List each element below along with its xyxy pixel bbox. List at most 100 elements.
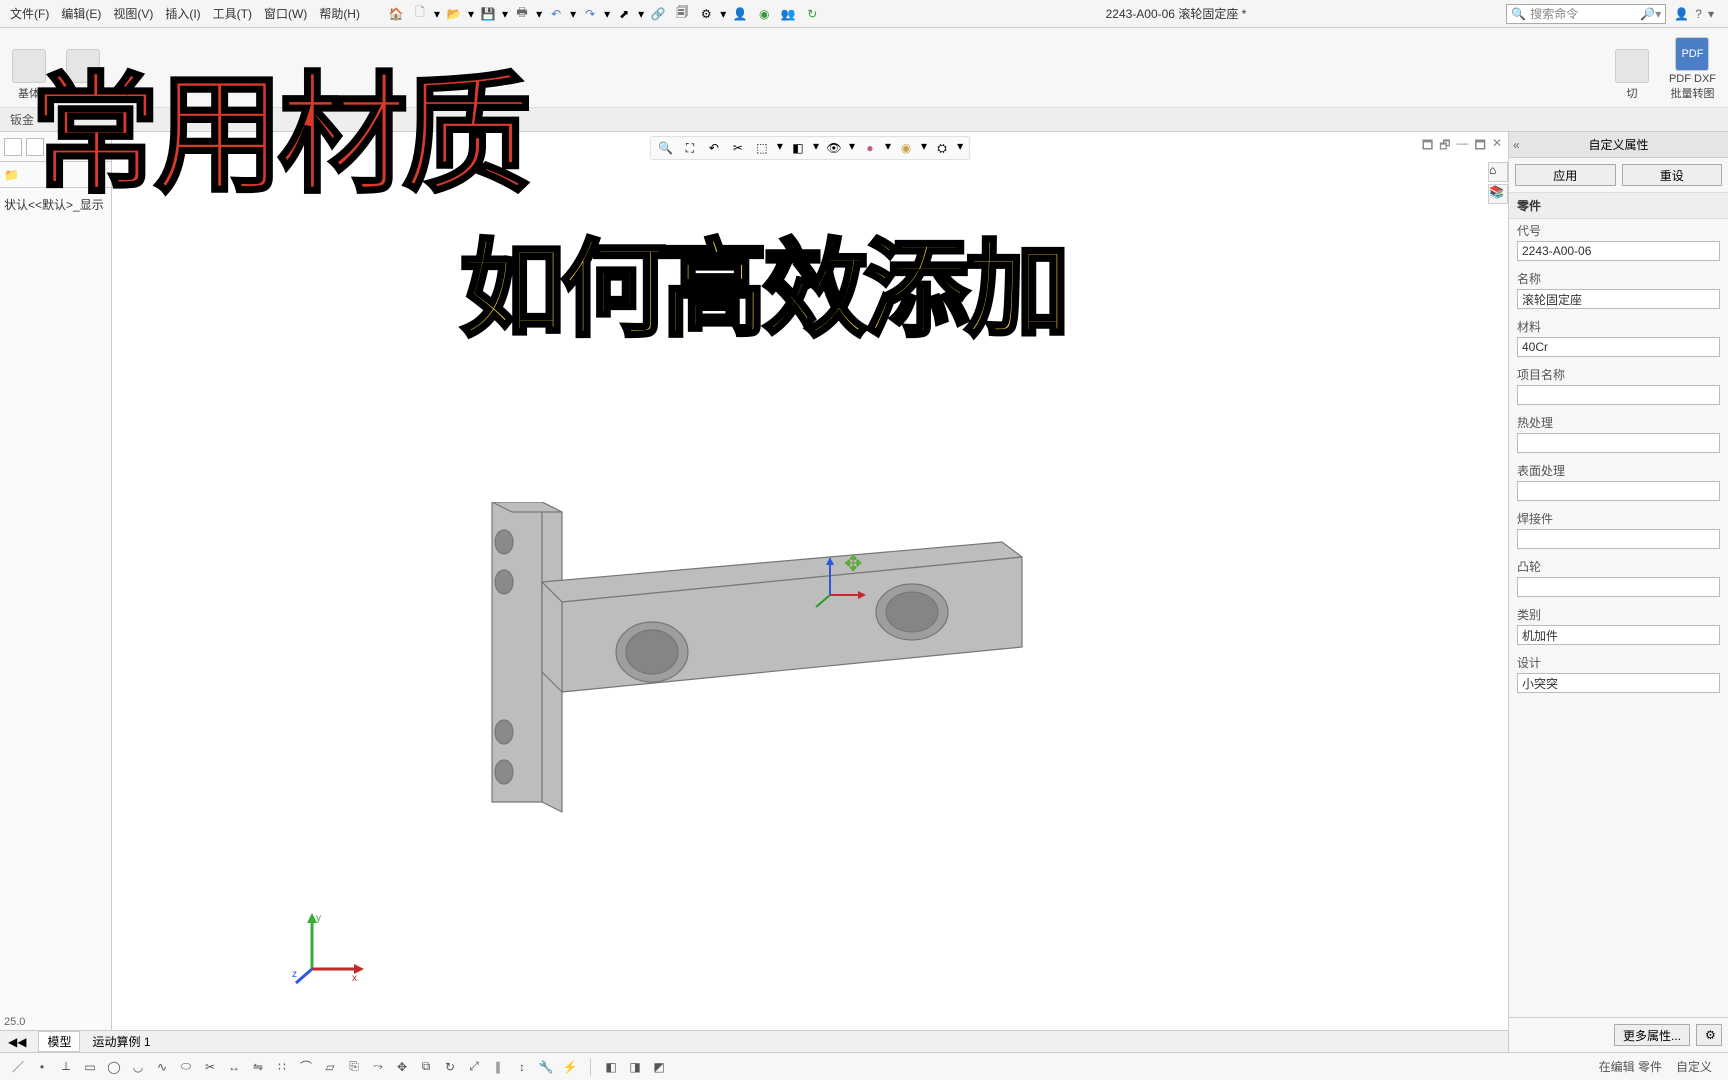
pointer-icon[interactable]: ⬈: [614, 4, 634, 24]
sb-extra-2-icon[interactable]: ◨: [625, 1057, 645, 1077]
login-icon[interactable]: 👤: [1674, 7, 1689, 21]
sb-move-icon[interactable]: ✥: [392, 1057, 412, 1077]
collapse-panel-icon[interactable]: «: [1513, 138, 1520, 152]
status-custom[interactable]: 自定义: [1676, 1058, 1712, 1075]
input-code[interactable]: [1517, 241, 1720, 261]
tab-nav-prev-icon[interactable]: ◀◀: [8, 1035, 26, 1049]
alert-icon[interactable]: 👥: [778, 4, 798, 24]
sb-line-icon[interactable]: ／: [8, 1057, 28, 1077]
vp-restore-icon[interactable]: 🗖: [1422, 136, 1433, 157]
sb-point-icon[interactable]: •: [32, 1057, 52, 1077]
vp-tile-icon[interactable]: 🗗: [1439, 136, 1450, 157]
sb-relations-icon[interactable]: ∥: [488, 1057, 508, 1077]
taskpane-home-icon[interactable]: ⌂: [1488, 162, 1508, 182]
sb-scale-icon[interactable]: ⤢: [464, 1057, 484, 1077]
view-settings-icon[interactable]: ⛭: [933, 139, 951, 157]
open-icon[interactable]: 📂: [444, 4, 464, 24]
view-triad-icon[interactable]: y x z: [292, 909, 372, 992]
feature-tree-panel: ▸ 📁 状认<<默认>_显示: [0, 132, 112, 1052]
print-icon[interactable]: 🖶: [512, 4, 532, 24]
appearance-icon[interactable]: ●: [861, 139, 879, 157]
tab-model[interactable]: 模型: [38, 1031, 80, 1052]
sb-offset-icon[interactable]: ⎘: [344, 1057, 364, 1077]
origin-triad-icon: ✥: [810, 555, 870, 618]
forum-icon[interactable]: ◉: [754, 4, 774, 24]
zoom-fit-icon[interactable]: 🔍: [657, 139, 675, 157]
sb-chamfer-icon[interactable]: ▱: [320, 1057, 340, 1077]
link-icon[interactable]: 🔗: [648, 4, 668, 24]
taskpane-lib-icon[interactable]: 📚: [1488, 184, 1508, 204]
input-material[interactable]: [1517, 337, 1720, 357]
vp-close-icon[interactable]: ✕: [1492, 136, 1502, 157]
document-title: 2243-A00-06 滚轮固定座 *: [1106, 5, 1247, 22]
sb-extend-icon[interactable]: ↔: [224, 1057, 244, 1077]
vp-max-icon[interactable]: 🗖: [1475, 136, 1486, 157]
new-doc-icon[interactable]: 🗋: [410, 4, 430, 24]
properties-settings-button[interactable]: ⚙: [1696, 1024, 1722, 1046]
sb-fillet-icon[interactable]: ⌒: [296, 1057, 316, 1077]
gear-icon[interactable]: ⚙: [696, 4, 716, 24]
apply-button[interactable]: 应用: [1515, 164, 1616, 186]
user-icon[interactable]: 👤: [730, 4, 750, 24]
menu-help[interactable]: 帮助(H): [313, 5, 366, 22]
undo-icon[interactable]: ↶: [546, 4, 566, 24]
options-icon[interactable]: 🗐: [672, 4, 692, 24]
label-name: 名称: [1517, 270, 1720, 287]
input-heat[interactable]: [1517, 433, 1720, 453]
refresh-icon[interactable]: ↻: [802, 4, 822, 24]
vp-min-icon[interactable]: —: [1457, 136, 1469, 157]
sb-convert-icon[interactable]: ⤳: [368, 1057, 388, 1077]
redo-icon[interactable]: ↷: [580, 4, 600, 24]
view-heads-up-toolbar: 🔍 ⛶ ↶ ✂ ⬚▾ ◧▾ 👁▾ ●▾ ◉▾ ⛭▾: [650, 136, 970, 160]
input-surface[interactable]: [1517, 481, 1720, 501]
sb-repair-icon[interactable]: 🔧: [536, 1057, 556, 1077]
menu-insert[interactable]: 插入(I): [159, 5, 206, 22]
sb-arc-icon[interactable]: ◡: [128, 1057, 148, 1077]
hide-show-icon[interactable]: 👁: [825, 139, 843, 157]
sb-dimension-icon[interactable]: ↕: [512, 1057, 532, 1077]
config-icon[interactable]: 📁: [4, 168, 19, 182]
sb-extra-1-icon[interactable]: ◧: [601, 1057, 621, 1077]
sb-rotate-icon[interactable]: ↻: [440, 1057, 460, 1077]
sb-pattern-icon[interactable]: ∷: [272, 1057, 292, 1077]
ribbon-btn-pdfdxf[interactable]: PDFPDF DXF批量转图: [1665, 35, 1720, 103]
tab-motion[interactable]: 运动算例 1: [92, 1033, 150, 1050]
input-category[interactable]: [1517, 625, 1720, 645]
command-search[interactable]: 🔍 搜索命令 🔎▾: [1506, 4, 1666, 24]
sb-mirror-icon[interactable]: ⇋: [248, 1057, 268, 1077]
sb-copy-icon[interactable]: ⧉: [416, 1057, 436, 1077]
zoom-area-icon[interactable]: ⛶: [681, 139, 699, 157]
home-icon[interactable]: 🏠: [386, 4, 406, 24]
sb-circle-icon[interactable]: ◯: [104, 1057, 124, 1077]
menu-file[interactable]: 文件(F): [4, 5, 55, 22]
sb-dim-icon[interactable]: ⟂: [56, 1057, 76, 1077]
move-cursor-icon: ✥: [844, 551, 862, 577]
save-icon[interactable]: 💾: [478, 4, 498, 24]
more-properties-button[interactable]: 更多属性...: [1614, 1024, 1690, 1046]
reset-button[interactable]: 重设: [1622, 164, 1723, 186]
sb-slot-icon[interactable]: ⬭: [176, 1057, 196, 1077]
section-view-icon[interactable]: ✂: [729, 139, 747, 157]
input-design[interactable]: [1517, 673, 1720, 693]
input-project[interactable]: [1517, 385, 1720, 405]
view-orient-icon[interactable]: ⬚: [753, 139, 771, 157]
input-weld[interactable]: [1517, 529, 1720, 549]
help-icon[interactable]: ?: [1695, 7, 1702, 21]
input-cam[interactable]: [1517, 577, 1720, 597]
prev-view-icon[interactable]: ↶: [705, 139, 723, 157]
sb-spline-icon[interactable]: ∿: [152, 1057, 172, 1077]
menu-window[interactable]: 窗口(W): [258, 5, 313, 22]
menu-tools[interactable]: 工具(T): [207, 5, 258, 22]
menu-edit[interactable]: 编辑(E): [55, 5, 107, 22]
search-dropdown-icon[interactable]: 🔎▾: [1640, 7, 1661, 21]
sb-rect-icon[interactable]: ▭: [80, 1057, 100, 1077]
scene-icon[interactable]: ◉: [897, 139, 915, 157]
display-style-icon[interactable]: ◧: [789, 139, 807, 157]
menu-view[interactable]: 视图(V): [107, 5, 159, 22]
sb-quick-icon[interactable]: ⚡: [560, 1057, 580, 1077]
input-name[interactable]: [1517, 289, 1720, 309]
left-tab-1[interactable]: [4, 138, 22, 156]
sb-trim-icon[interactable]: ✂: [200, 1057, 220, 1077]
sb-extra-3-icon[interactable]: ◩: [649, 1057, 669, 1077]
ribbon-btn-cut[interactable]: 切: [1611, 47, 1653, 103]
